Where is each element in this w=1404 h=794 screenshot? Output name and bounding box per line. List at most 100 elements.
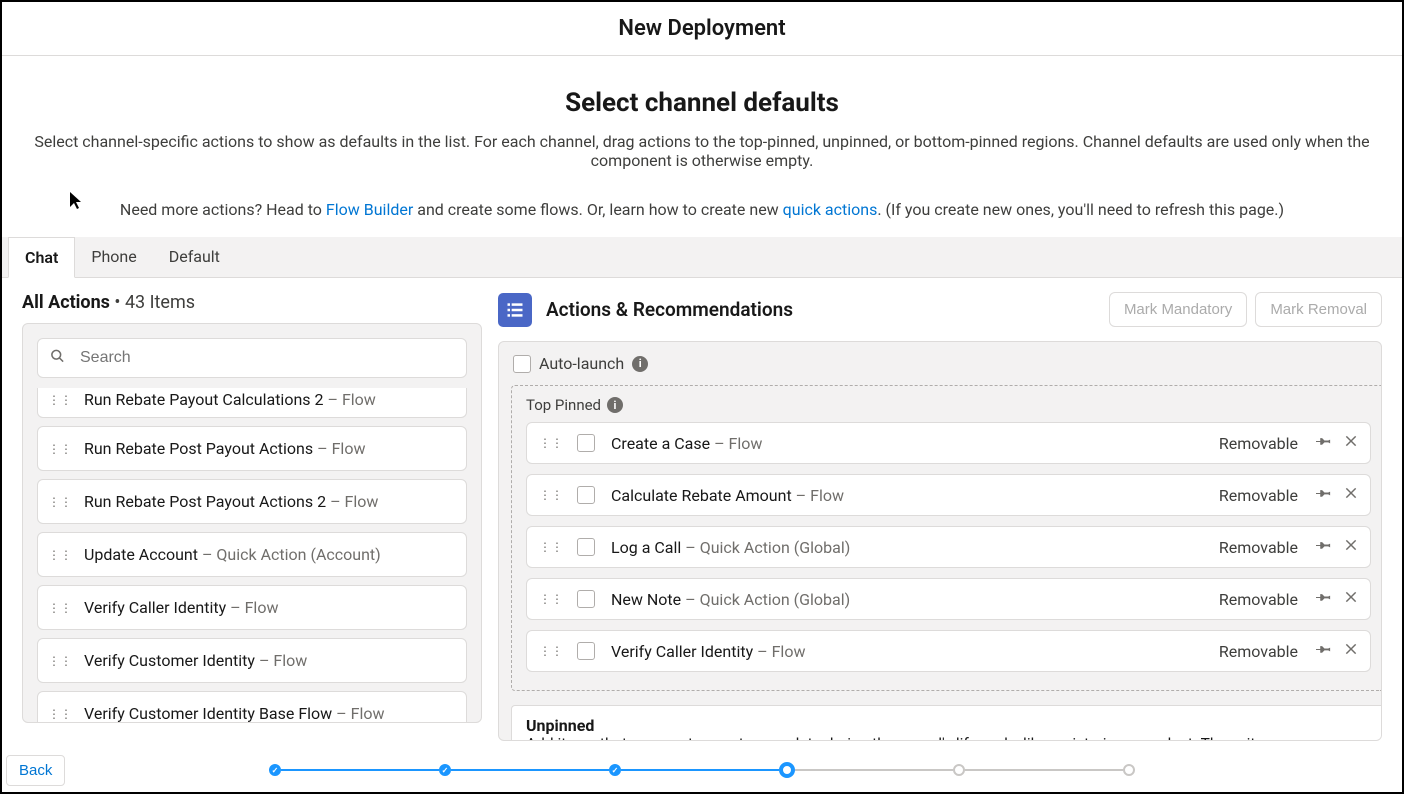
drag-handle-icon[interactable]: ⋮⋮ <box>48 655 72 667</box>
content-area: All Actions • 43 Items ⋮⋮Run Rebate Payo… <box>2 278 1402 758</box>
drag-handle-icon[interactable]: ⋮⋮ <box>48 496 72 508</box>
drag-handle-icon[interactable]: ⋮⋮ <box>48 602 72 614</box>
action-name: Run Rebate Post Payout Actions 2 <box>84 492 326 511</box>
info-icon[interactable]: i <box>607 397 623 413</box>
action-row[interactable]: ⋮⋮ Verify Caller Identity – Flow <box>37 585 467 630</box>
search-input[interactable] <box>54 339 450 377</box>
step-5[interactable] <box>953 764 965 776</box>
unpinned-region[interactable]: Unpinned Add items that you want users t… <box>511 705 1381 741</box>
drag-handle-icon[interactable]: ⋮⋮ <box>48 394 72 406</box>
mark-removable-button[interactable]: Mark Removal <box>1255 292 1382 327</box>
action-type: – Flow <box>753 642 805 661</box>
action-row[interactable]: ⋮⋮Run Rebate Payout Calculations 2 – Flo… <box>37 388 467 418</box>
wizard-stepper <box>269 762 1135 778</box>
search-wrap <box>37 338 467 378</box>
help-text: Need more actions? Head to Flow Builder … <box>28 200 1376 219</box>
drag-handle-icon[interactable]: ⋮⋮ <box>539 645 563 657</box>
row-checkbox[interactable] <box>577 434 595 452</box>
info-icon[interactable]: i <box>632 356 648 372</box>
step-1[interactable] <box>269 764 281 776</box>
drag-handle-icon[interactable]: ⋮⋮ <box>539 541 563 553</box>
action-type: – Quick Action (Account) <box>198 545 381 564</box>
recommendations-panel: Actions & Recommendations Mark Mandatory… <box>498 292 1382 758</box>
drag-handle-icon[interactable]: ⋮⋮ <box>539 489 563 501</box>
pin-icon[interactable] <box>1316 433 1332 453</box>
auto-launch-checkbox[interactable] <box>513 355 531 373</box>
pinned-action-row[interactable]: ⋮⋮ Log a Call – Quick Action (Global) Remo… <box>526 526 1371 568</box>
pinned-action-row[interactable]: ⋮⋮Verify Caller Identity – FlowRemovable <box>526 630 1371 672</box>
action-name: Verify Caller Identity <box>84 598 226 617</box>
flow-builder-link[interactable]: Flow Builder <box>326 200 413 219</box>
remove-icon[interactable] <box>1344 537 1358 557</box>
action-type: – Quick Action (Global) <box>681 590 850 609</box>
pinned-action-row[interactable]: ⋮⋮ Calculate Rebate Amount – Flow Removabl… <box>526 474 1371 516</box>
tab-default[interactable]: Default <box>153 237 236 277</box>
pin-icon[interactable] <box>1316 641 1332 661</box>
action-row[interactable]: ⋮⋮ Verify Customer Identity Base Flow – F… <box>37 691 467 723</box>
drag-handle-icon[interactable]: ⋮⋮ <box>48 708 72 720</box>
action-name: New Note <box>611 590 681 609</box>
action-row[interactable]: ⋮⋮Run Rebate Post Payout Actions – Flow <box>37 426 467 471</box>
step-2[interactable] <box>439 764 451 776</box>
action-name: Verify Customer Identity Base Flow <box>84 704 332 723</box>
pinned-action-row[interactable]: ⋮⋮ New Note – Quick Action (Global) Remova… <box>526 578 1371 620</box>
action-type: – Quick Action (Global) <box>681 538 850 557</box>
action-name: Calculate Rebate Amount <box>611 486 792 505</box>
row-checkbox[interactable] <box>577 538 595 556</box>
quick-actions-link[interactable]: quick actions <box>783 200 878 219</box>
action-name: Verify Customer Identity <box>84 651 255 670</box>
pin-icon[interactable] <box>1316 537 1332 557</box>
all-actions-panel: All Actions • 43 Items ⋮⋮Run Rebate Payo… <box>22 292 482 758</box>
tab-phone[interactable]: Phone <box>75 237 152 277</box>
action-type: – Flow <box>326 492 378 511</box>
recs-box: Auto-launch i Top Pinned i ⋮⋮Create a Ca… <box>498 341 1382 741</box>
removable-status: Removable <box>1219 486 1298 505</box>
action-type: – Flow <box>710 434 762 453</box>
action-row[interactable]: ⋮⋮ Run Rebate Post Payout Actions 2 – Flo… <box>37 479 467 524</box>
action-type: – Flow <box>792 486 844 505</box>
row-checkbox[interactable] <box>577 642 595 660</box>
action-type: – Flow <box>255 651 307 670</box>
back-button[interactable]: Back <box>6 755 65 786</box>
action-type: – Flow <box>332 704 384 723</box>
section-description: Select channel-specific actions to show … <box>28 132 1376 170</box>
all-actions-box: ⋮⋮ Run Rebate Payout Calculations 2 – Flo… <box>22 323 482 723</box>
drag-handle-icon[interactable]: ⋮⋮ <box>539 593 563 605</box>
action-type: – Flow <box>226 598 278 617</box>
action-row[interactable]: ⋮⋮ Update Account – Quick Action (Account… <box>37 532 467 577</box>
recommendations-icon <box>498 293 532 327</box>
action-name: Update Account <box>84 545 198 564</box>
remove-icon[interactable] <box>1344 433 1358 453</box>
remove-icon[interactable] <box>1344 641 1358 661</box>
removable-status: Removable <box>1219 642 1298 661</box>
top-pinned-region[interactable]: Top Pinned i ⋮⋮Create a Case – FlowRemov… <box>511 385 1381 691</box>
recs-header: Actions & Recommendations Mark Mandatory… <box>498 292 1382 327</box>
pinned-action-row[interactable]: ⋮⋮Create a Case – FlowRemovable <box>526 422 1371 464</box>
mark-mandatory-button[interactable]: Mark Mandatory <box>1109 292 1247 327</box>
remove-icon[interactable] <box>1344 485 1358 505</box>
action-name: Create a Case <box>611 434 710 453</box>
subheader: Select channel defaults Select channel-s… <box>2 56 1402 237</box>
removable-status: Removable <box>1219 590 1298 609</box>
drag-handle-icon[interactable]: ⋮⋮ <box>48 549 72 561</box>
modal-header: New Deployment <box>2 2 1402 56</box>
step-6[interactable] <box>1123 764 1135 776</box>
row-checkbox[interactable] <box>577 486 595 504</box>
drag-handle-icon[interactable]: ⋮⋮ <box>48 443 72 455</box>
action-name: Log a Call <box>611 538 681 557</box>
row-checkbox[interactable] <box>577 590 595 608</box>
step-4-current[interactable] <box>779 762 795 778</box>
removable-status: Removable <box>1219 538 1298 557</box>
pin-icon[interactable] <box>1316 589 1332 609</box>
action-row[interactable]: ⋮⋮ Verify Customer Identity – Flow <box>37 638 467 683</box>
remove-icon[interactable] <box>1344 589 1358 609</box>
drag-handle-icon[interactable]: ⋮⋮ <box>539 437 563 449</box>
action-name: Run Rebate Payout Calculations 2 <box>84 390 324 409</box>
section-title: Select channel defaults <box>28 88 1376 118</box>
pin-icon[interactable] <box>1316 485 1332 505</box>
recs-title: Actions & Recommendations <box>546 298 793 321</box>
action-name: Run Rebate Post Payout Actions <box>84 439 313 458</box>
tab-chat[interactable]: Chat <box>8 237 75 278</box>
auto-launch-label: Auto-launch <box>539 354 624 373</box>
step-3[interactable] <box>609 764 621 776</box>
